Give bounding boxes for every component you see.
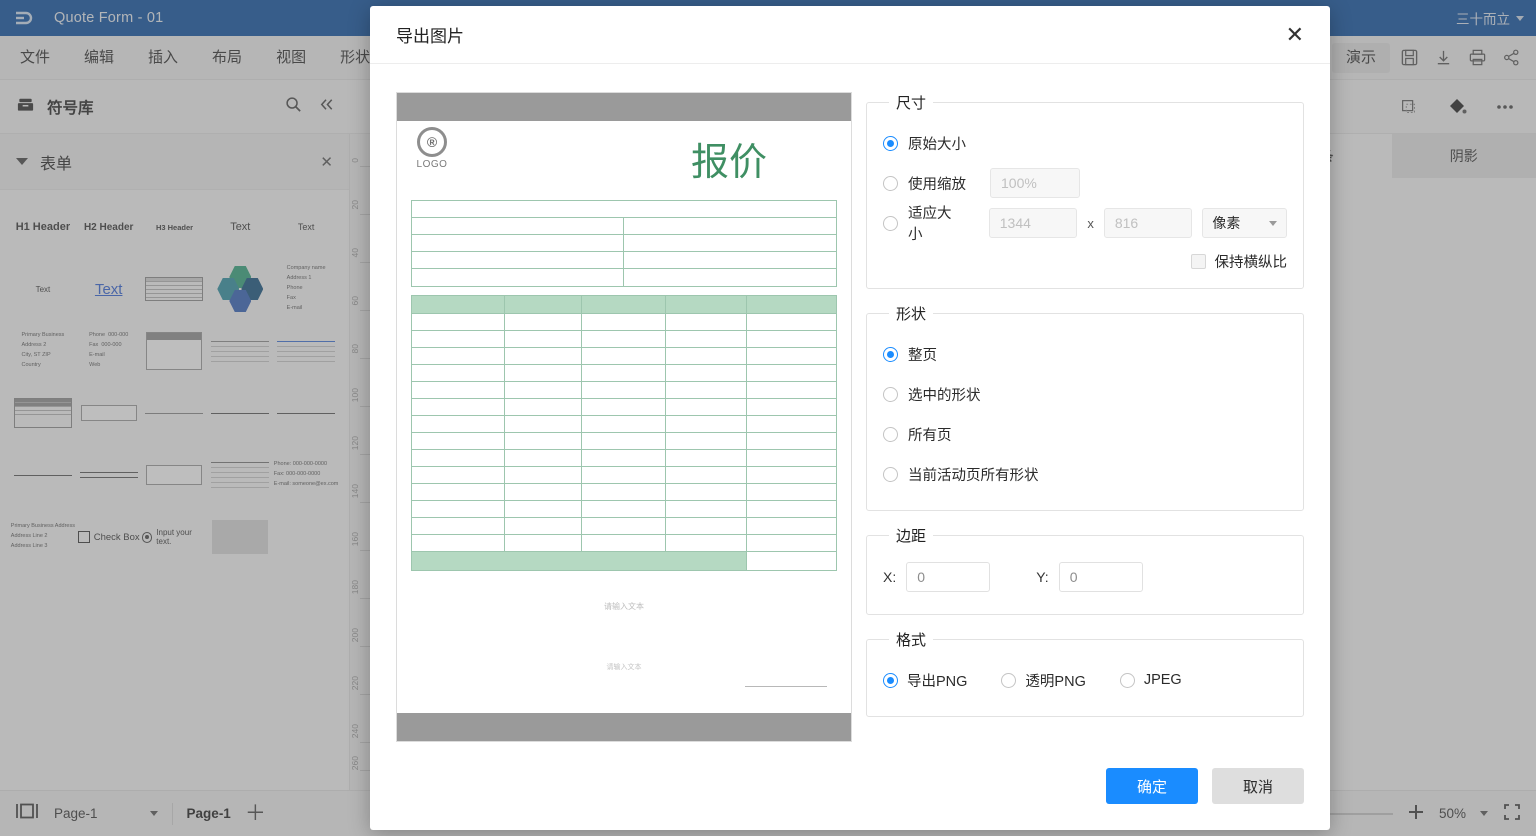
format-option-label: JPEG xyxy=(1143,672,1182,688)
table-row xyxy=(412,365,836,382)
table-row xyxy=(412,416,836,433)
table-row xyxy=(412,467,836,484)
margin-x-input[interactable]: 0 xyxy=(906,562,991,592)
table-row xyxy=(412,348,836,365)
registered-mark-icon: ® xyxy=(417,127,447,157)
format-options: 导出PNG 透明PNG JPEG xyxy=(883,660,1287,700)
radio-icon xyxy=(883,135,898,151)
format-option-label: 透明PNG xyxy=(1025,673,1086,690)
preview-items-table xyxy=(411,295,837,571)
margin-group-legend: 边距 xyxy=(896,528,927,545)
format-option-transparent-png[interactable]: 透明PNG xyxy=(1001,670,1086,691)
radio-icon xyxy=(883,386,898,402)
shape-option-all-pages[interactable]: 所有页 xyxy=(883,414,1287,454)
confirm-button[interactable]: 确定 xyxy=(1106,768,1198,804)
width-input[interactable]: 1344 xyxy=(988,208,1078,238)
size-option-label: 适应大小 xyxy=(908,206,952,243)
table-row xyxy=(412,535,836,552)
margin-inputs: X: 0 Y: 0 xyxy=(883,556,1287,598)
export-options: 尺寸 原始大小 使用缩放 100% 适应大小 1344 x 816 像素 保持横… xyxy=(866,92,1304,742)
shape-option-label: 选中的形状 xyxy=(908,387,981,404)
shape-option-label: 当前活动页所有形状 xyxy=(908,467,1039,484)
keep-ratio-row[interactable]: 保持横纵比 xyxy=(883,251,1287,272)
radio-icon xyxy=(883,175,898,191)
size-option-original[interactable]: 原始大小 xyxy=(883,123,1287,163)
shape-option-selected[interactable]: 选中的形状 xyxy=(883,374,1287,414)
preview-placeholder-1: 请输入文本 xyxy=(604,602,644,611)
size-separator: x xyxy=(1087,215,1094,231)
preview-info-table xyxy=(411,200,837,287)
size-group: 尺寸 原始大小 使用缩放 100% 适应大小 1344 x 816 像素 保持横… xyxy=(866,92,1304,289)
radio-icon xyxy=(883,466,898,482)
radio-icon xyxy=(883,215,898,231)
table-row xyxy=(412,399,836,416)
shape-option-label: 所有页 xyxy=(908,427,952,444)
table-row xyxy=(412,450,836,467)
margin-y-input[interactable]: 0 xyxy=(1058,562,1143,592)
preview-placeholder-2: 请输入文本 xyxy=(606,664,642,671)
format-option-png[interactable]: 导出PNG xyxy=(883,670,967,691)
table-row xyxy=(412,296,836,314)
unit-select-value: 像素 xyxy=(1212,215,1241,231)
size-option-label: 原始大小 xyxy=(908,136,966,153)
table-row xyxy=(412,382,836,399)
size-group-legend: 尺寸 xyxy=(896,95,927,112)
table-row xyxy=(412,501,836,518)
margin-x-label: X: xyxy=(883,569,897,585)
margin-group: 边距 X: 0 Y: 0 xyxy=(866,525,1304,615)
table-footer-row xyxy=(412,552,836,570)
preview-heading: 报价 xyxy=(690,142,767,184)
radio-icon xyxy=(1001,672,1017,688)
table-row xyxy=(412,331,836,348)
height-input[interactable]: 816 xyxy=(1103,208,1193,238)
preview-top-band xyxy=(397,93,851,121)
shape-group-legend: 形状 xyxy=(896,306,927,323)
format-group: 格式 导出PNG 透明PNG JPEG xyxy=(866,629,1304,717)
preview-signature-line xyxy=(745,686,827,687)
radio-icon xyxy=(883,346,898,362)
radio-icon xyxy=(883,672,898,688)
preview-bottom-band xyxy=(397,713,851,741)
format-option-label: 导出PNG xyxy=(907,673,968,690)
export-preview: ® LOGO 报价 请输入文本 请输入文本 xyxy=(396,92,852,742)
size-option-fit[interactable]: 适应大小 1344 x 816 像素 xyxy=(883,203,1287,243)
dialog-body: ® LOGO 报价 请输入文本 请输入文本 尺寸 原始大小 使用缩放 100% … xyxy=(370,64,1330,742)
keep-ratio-label: 保持横纵比 xyxy=(1214,255,1288,271)
preview-logo-text: LOGO xyxy=(416,159,448,170)
preview-header: ® LOGO 报价 xyxy=(397,121,851,186)
table-row xyxy=(412,314,836,331)
size-option-scale[interactable]: 使用缩放 100% xyxy=(883,163,1287,203)
size-option-label: 使用缩放 xyxy=(908,176,966,193)
radio-icon xyxy=(1119,672,1135,688)
margin-y-label: Y: xyxy=(1036,569,1049,585)
checkbox-icon[interactable] xyxy=(1190,254,1206,269)
shape-option-label: 整页 xyxy=(908,347,937,364)
unit-select[interactable]: 像素 xyxy=(1202,208,1287,238)
radio-icon xyxy=(883,426,898,442)
table-row xyxy=(412,484,836,501)
shape-option-active-page-shapes[interactable]: 当前活动页所有形状 xyxy=(883,454,1287,494)
shape-group: 形状 整页 选中的形状 所有页 当前活动页所有形状 xyxy=(866,303,1304,511)
scale-input[interactable]: 100% xyxy=(990,168,1080,198)
format-group-legend: 格式 xyxy=(896,632,927,649)
export-image-dialog: 导出图片 ✕ ® LOGO 报价 请输入文本 请输入文本 尺寸 原始大小 使用缩… xyxy=(370,6,1330,830)
preview-page: ® LOGO 报价 请输入文本 请输入文本 xyxy=(397,121,851,713)
preview-logo: ® LOGO xyxy=(411,127,453,170)
table-row xyxy=(412,433,836,450)
chevron-down-icon xyxy=(1269,220,1277,226)
shape-option-whole-page[interactable]: 整页 xyxy=(883,334,1287,374)
dialog-footer: 确定 取消 xyxy=(370,742,1330,830)
cancel-button[interactable]: 取消 xyxy=(1212,768,1304,804)
table-row xyxy=(412,518,836,535)
format-option-jpeg[interactable]: JPEG xyxy=(1119,672,1182,688)
dialog-header: 导出图片 ✕ xyxy=(370,6,1330,64)
close-icon[interactable]: ✕ xyxy=(1286,23,1304,46)
dialog-title: 导出图片 xyxy=(396,27,464,46)
